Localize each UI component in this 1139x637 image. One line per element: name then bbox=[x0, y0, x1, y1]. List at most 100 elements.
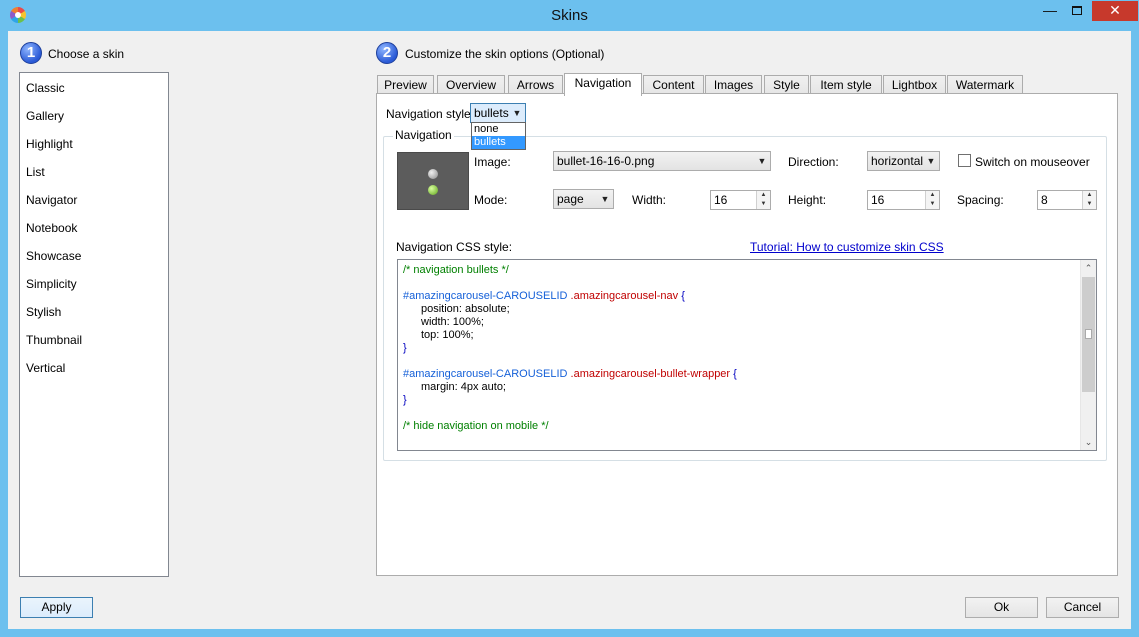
skin-list[interactable]: Classic Gallery Highlight List Navigator… bbox=[19, 72, 169, 577]
skin-item-navigator[interactable]: Navigator bbox=[20, 185, 168, 213]
step-2-badge: 2 bbox=[376, 42, 398, 64]
skin-item-showcase[interactable]: Showcase bbox=[20, 241, 168, 269]
mode-label: Mode: bbox=[474, 193, 508, 207]
skin-item-thumbnail[interactable]: Thumbnail bbox=[20, 325, 168, 353]
switch-on-mouseover-label: Switch on mouseover bbox=[975, 155, 1090, 169]
tab-watermark[interactable]: Watermark bbox=[947, 75, 1023, 95]
cancel-button[interactable]: Cancel bbox=[1046, 597, 1119, 618]
width-label: Width: bbox=[632, 193, 667, 207]
code-selector-line: #amazingcarousel-CAROUSELID .amazingcaro… bbox=[403, 368, 1078, 381]
tab-images[interactable]: Images bbox=[705, 75, 762, 95]
code-brace: { bbox=[681, 290, 685, 302]
switch-on-mouseover-checkbox[interactable] bbox=[958, 154, 971, 167]
title-bar[interactable]: Skins — ✕ bbox=[0, 0, 1139, 31]
skin-item-notebook[interactable]: Notebook bbox=[20, 213, 168, 241]
code-property: position: absolute; bbox=[421, 303, 510, 315]
minimize-button[interactable]: — bbox=[1036, 1, 1064, 21]
css-editor[interactable]: /* navigation bullets */ #amazingcarouse… bbox=[397, 259, 1097, 451]
height-label: Height: bbox=[788, 193, 827, 207]
code-id-selector: #amazingcarousel-CAROUSELID bbox=[403, 368, 568, 380]
skin-item-highlight[interactable]: Highlight bbox=[20, 129, 168, 157]
scrollbar-grip bbox=[1085, 329, 1092, 339]
tab-item-style[interactable]: Item style bbox=[810, 75, 882, 95]
bullet-preview-image bbox=[397, 152, 469, 210]
nav-style-dropdown[interactable]: none bullets bbox=[471, 122, 526, 150]
code-class-selector: .amazingcarousel-nav bbox=[570, 290, 679, 302]
chevron-down-icon: ▼ bbox=[757, 156, 767, 166]
mode-select-value: page bbox=[557, 192, 584, 206]
tutorial-link[interactable]: Tutorial: How to customize skin CSS bbox=[750, 240, 944, 254]
code-blank bbox=[403, 277, 1078, 290]
scroll-up-icon[interactable]: ⌃ bbox=[1081, 260, 1096, 276]
code-brace: } bbox=[403, 394, 407, 406]
code-blank bbox=[403, 407, 1078, 420]
step-1-title: Choose a skin bbox=[48, 47, 125, 61]
skin-item-vertical[interactable]: Vertical bbox=[20, 353, 168, 381]
width-value: 16 bbox=[714, 193, 728, 207]
code-property: margin: 4px auto; bbox=[421, 381, 506, 393]
css-style-label: Navigation CSS style: bbox=[396, 240, 513, 254]
direction-select[interactable]: horizontal ▼ bbox=[867, 151, 940, 171]
skin-item-gallery[interactable]: Gallery bbox=[20, 101, 168, 129]
window-title: Skins bbox=[551, 7, 588, 24]
height-spin-buttons[interactable]: ▲ ▼ bbox=[925, 191, 939, 209]
height-spinbox[interactable]: 16 ▲ ▼ bbox=[867, 190, 940, 210]
tab-arrows[interactable]: Arrows bbox=[508, 75, 563, 95]
step-2-title: Customize the skin options (Optional) bbox=[405, 47, 605, 61]
tab-content[interactable]: Content bbox=[643, 75, 704, 95]
skin-item-list[interactable]: List bbox=[20, 157, 168, 185]
skin-item-stylish[interactable]: Stylish bbox=[20, 297, 168, 325]
code-property: top: 100%; bbox=[421, 329, 474, 341]
maximize-icon bbox=[1072, 6, 1082, 15]
code-comment: /* navigation bullets */ bbox=[403, 264, 509, 276]
spin-down-icon[interactable]: ▼ bbox=[757, 200, 770, 209]
spin-down-icon[interactable]: ▼ bbox=[1083, 200, 1096, 209]
spin-up-icon[interactable]: ▲ bbox=[1083, 191, 1096, 200]
chevron-down-icon: ▼ bbox=[600, 194, 610, 204]
apply-button[interactable]: Apply bbox=[20, 597, 93, 618]
skin-item-classic[interactable]: Classic bbox=[20, 73, 168, 101]
dropdown-option-none[interactable]: none bbox=[472, 123, 525, 136]
direction-select-value: horizontal bbox=[871, 154, 924, 168]
spacing-spin-buttons[interactable]: ▲ ▼ bbox=[1082, 191, 1096, 209]
scroll-down-icon[interactable]: ⌄ bbox=[1081, 434, 1096, 450]
code-id-selector: #amazingcarousel-CAROUSELID bbox=[403, 290, 568, 302]
direction-label: Direction: bbox=[788, 155, 839, 169]
tab-preview[interactable]: Preview bbox=[377, 75, 434, 95]
nav-style-value: bullets bbox=[474, 106, 509, 120]
spacing-spinbox[interactable]: 8 ▲ ▼ bbox=[1037, 190, 1097, 210]
skin-item-simplicity[interactable]: Simplicity bbox=[20, 269, 168, 297]
ok-button[interactable]: Ok bbox=[965, 597, 1038, 618]
code-property: width: 100%; bbox=[421, 316, 484, 328]
chevron-down-icon: ▼ bbox=[926, 156, 936, 166]
css-editor-scrollbar[interactable]: ⌃ ⌄ bbox=[1080, 260, 1096, 450]
tab-lightbox[interactable]: Lightbox bbox=[883, 75, 946, 95]
scrollbar-thumb[interactable] bbox=[1082, 277, 1095, 392]
skins-window: Skins — ✕ 1 Choose a skin Classic Galler… bbox=[0, 0, 1139, 637]
close-button[interactable]: ✕ bbox=[1092, 1, 1138, 21]
image-label: Image: bbox=[474, 155, 511, 169]
image-select-value: bullet-16-16-0.png bbox=[557, 154, 655, 168]
code-comment: /* hide navigation on mobile */ bbox=[403, 420, 549, 432]
step-1-badge: 1 bbox=[20, 42, 42, 64]
code-blank bbox=[403, 355, 1078, 368]
mode-select[interactable]: page ▼ bbox=[553, 189, 614, 209]
code-brace: { bbox=[733, 368, 737, 380]
navigation-group-legend: Navigation bbox=[393, 128, 454, 142]
spin-up-icon[interactable]: ▲ bbox=[757, 191, 770, 200]
spin-down-icon[interactable]: ▼ bbox=[926, 200, 939, 209]
height-value: 16 bbox=[871, 193, 885, 207]
width-spinbox[interactable]: 16 ▲ ▼ bbox=[710, 190, 771, 210]
spin-up-icon[interactable]: ▲ bbox=[926, 191, 939, 200]
maximize-button[interactable] bbox=[1063, 1, 1091, 21]
tab-overview[interactable]: Overview bbox=[437, 75, 505, 95]
dropdown-option-bullets[interactable]: bullets bbox=[472, 136, 525, 149]
tab-style[interactable]: Style bbox=[764, 75, 809, 95]
tab-navigation[interactable]: Navigation bbox=[564, 73, 642, 96]
spacing-value: 8 bbox=[1041, 193, 1048, 207]
image-select[interactable]: bullet-16-16-0.png ▼ bbox=[553, 151, 771, 171]
dialog-client: 1 Choose a skin Classic Gallery Highligh… bbox=[8, 31, 1131, 629]
nav-style-label: Navigation style bbox=[386, 107, 471, 121]
width-spin-buttons[interactable]: ▲ ▼ bbox=[756, 191, 770, 209]
nav-style-select[interactable]: bullets ▼ bbox=[470, 103, 526, 123]
